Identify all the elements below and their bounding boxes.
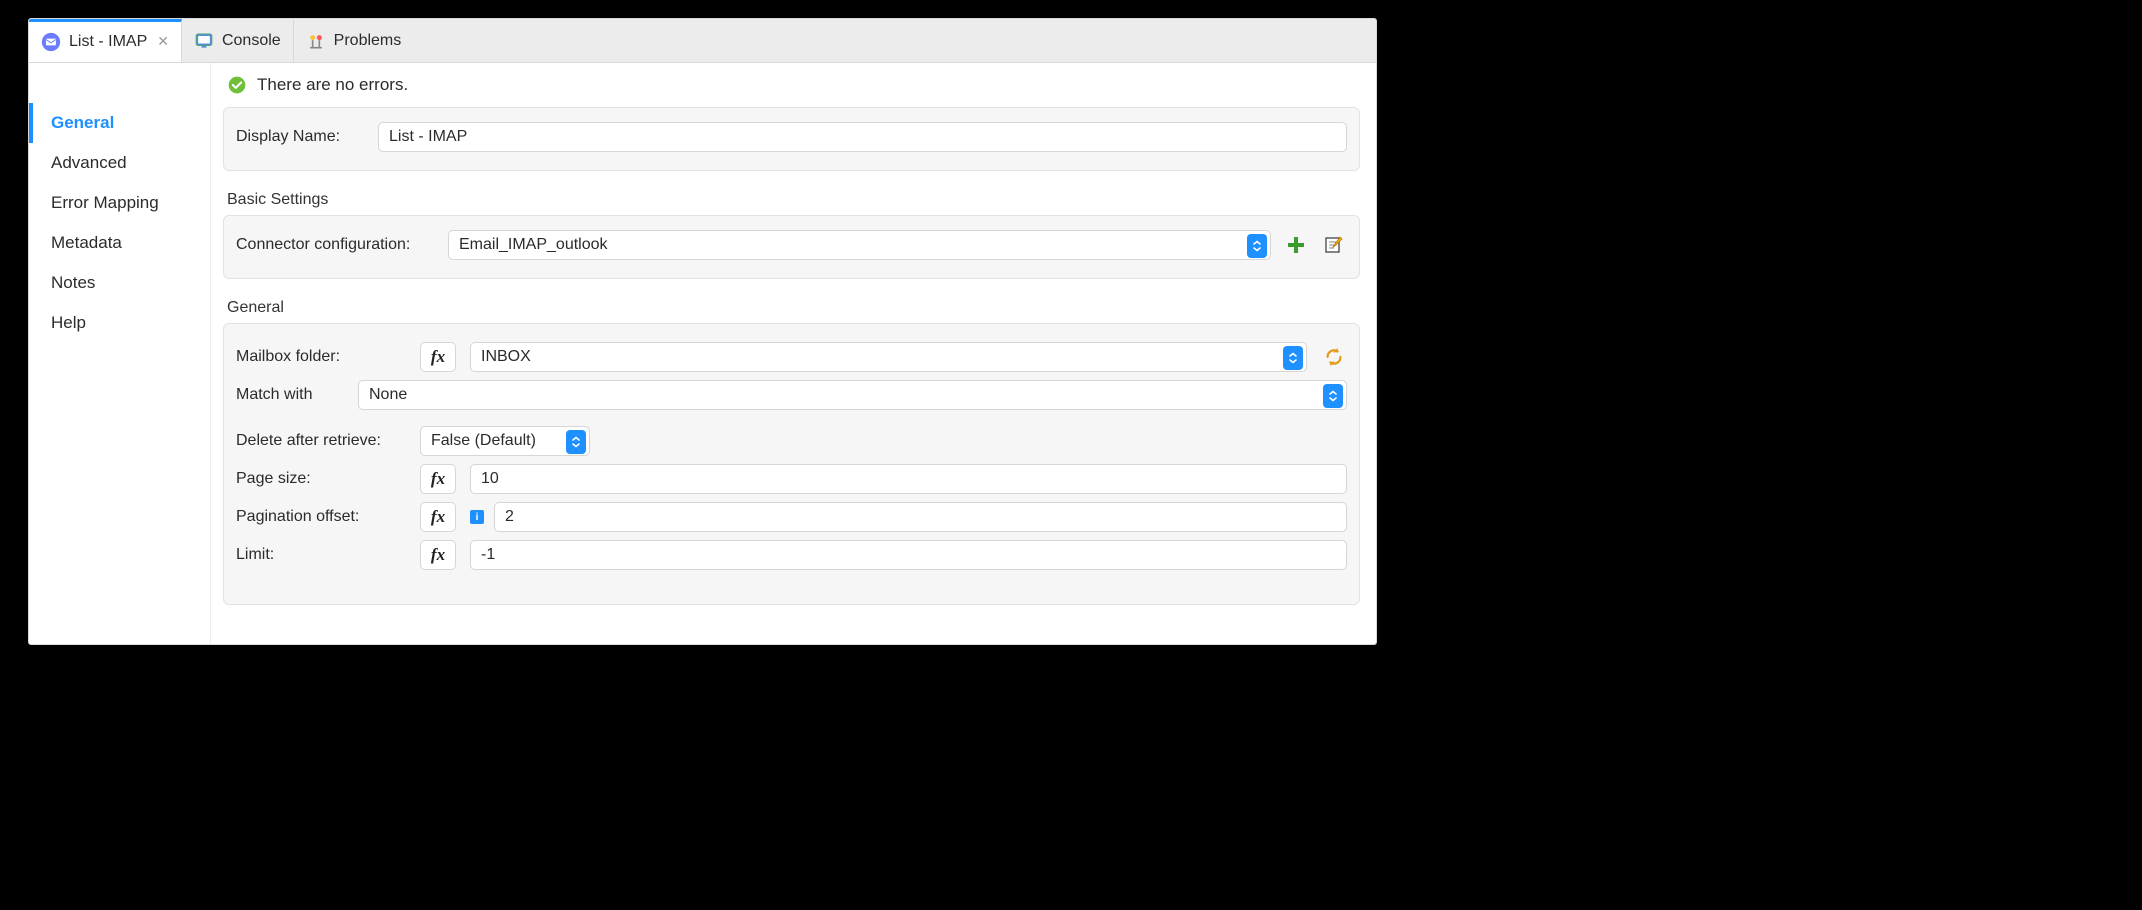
pagination-offset-label: Pagination offset: bbox=[236, 508, 406, 526]
sidebar-item-help[interactable]: Help bbox=[29, 303, 210, 343]
problems-icon bbox=[306, 31, 326, 51]
tab-label: List - IMAP bbox=[69, 33, 147, 51]
mailbox-folder-value: INBOX bbox=[481, 348, 531, 366]
basic-settings-title: Basic Settings bbox=[223, 185, 1360, 215]
chevron-updown-icon bbox=[1323, 384, 1343, 408]
status-text: There are no errors. bbox=[257, 75, 408, 95]
sidebar-item-notes[interactable]: Notes bbox=[29, 263, 210, 303]
general-panel: Mailbox folder: fx INBOX Match with bbox=[223, 323, 1360, 605]
main-content: There are no errors. Display Name: Basic… bbox=[211, 63, 1376, 644]
basic-settings-panel: Connector configuration: Email_IMAP_outl… bbox=[223, 215, 1360, 279]
delete-after-retrieve-select[interactable]: False (Default) bbox=[420, 426, 590, 456]
tab-bar: List - IMAP ✕ Console Problems bbox=[29, 19, 1376, 63]
fx-button-mailbox[interactable]: fx bbox=[420, 342, 456, 372]
sidebar-item-general[interactable]: General bbox=[29, 103, 210, 143]
chevron-updown-icon bbox=[566, 430, 586, 454]
limit-label: Limit: bbox=[236, 546, 406, 564]
display-name-panel: Display Name: bbox=[223, 107, 1360, 171]
mailbox-folder-label: Mailbox folder: bbox=[236, 348, 406, 366]
mailbox-folder-select[interactable]: INBOX bbox=[470, 342, 1307, 372]
tab-console[interactable]: Console bbox=[182, 19, 294, 62]
match-with-select[interactable]: None bbox=[358, 380, 1347, 410]
page-size-input[interactable] bbox=[470, 464, 1347, 494]
body: General Advanced Error Mapping Metadata … bbox=[29, 63, 1376, 644]
delete-after-retrieve-label: Delete after retrieve: bbox=[236, 432, 406, 450]
page-size-label: Page size: bbox=[236, 470, 406, 488]
chevron-updown-icon bbox=[1247, 234, 1267, 258]
connector-config-select[interactable]: Email_IMAP_outlook bbox=[448, 230, 1271, 260]
status-row: There are no errors. bbox=[223, 75, 1360, 107]
match-with-label: Match with bbox=[236, 386, 344, 404]
limit-input[interactable] bbox=[470, 540, 1347, 570]
tab-label: Console bbox=[222, 32, 281, 50]
match-with-value: None bbox=[369, 386, 407, 404]
tab-list-imap[interactable]: List - IMAP ✕ bbox=[29, 19, 182, 62]
display-name-label: Display Name: bbox=[236, 128, 366, 146]
close-icon[interactable]: ✕ bbox=[157, 33, 169, 50]
envelope-icon bbox=[41, 32, 61, 52]
app-window: List - IMAP ✕ Console Problems General A… bbox=[28, 18, 1377, 645]
connector-config-value: Email_IMAP_outlook bbox=[459, 236, 608, 254]
sidebar: General Advanced Error Mapping Metadata … bbox=[29, 63, 211, 644]
display-name-input[interactable] bbox=[378, 122, 1347, 152]
general-title: General bbox=[223, 293, 1360, 323]
fx-button-pagesize[interactable]: fx bbox=[420, 464, 456, 494]
fx-button-limit[interactable]: fx bbox=[420, 540, 456, 570]
delete-after-retrieve-value: False (Default) bbox=[431, 432, 536, 450]
ok-check-icon bbox=[227, 75, 247, 95]
fx-button-pagination-offset[interactable]: fx bbox=[420, 502, 456, 532]
edit-config-button[interactable] bbox=[1321, 232, 1347, 258]
sidebar-item-error-mapping[interactable]: Error Mapping bbox=[29, 183, 210, 223]
sidebar-item-metadata[interactable]: Metadata bbox=[29, 223, 210, 263]
tab-label: Problems bbox=[334, 32, 402, 50]
connector-config-label: Connector configuration: bbox=[236, 236, 436, 254]
pagination-offset-input[interactable] bbox=[494, 502, 1347, 532]
add-config-button[interactable] bbox=[1283, 232, 1309, 258]
info-badge-icon: i bbox=[470, 510, 484, 524]
chevron-updown-icon bbox=[1283, 346, 1303, 370]
console-icon bbox=[194, 31, 214, 51]
tab-problems[interactable]: Problems bbox=[294, 19, 414, 62]
sidebar-item-advanced[interactable]: Advanced bbox=[29, 143, 210, 183]
refresh-icon[interactable] bbox=[1321, 344, 1347, 370]
